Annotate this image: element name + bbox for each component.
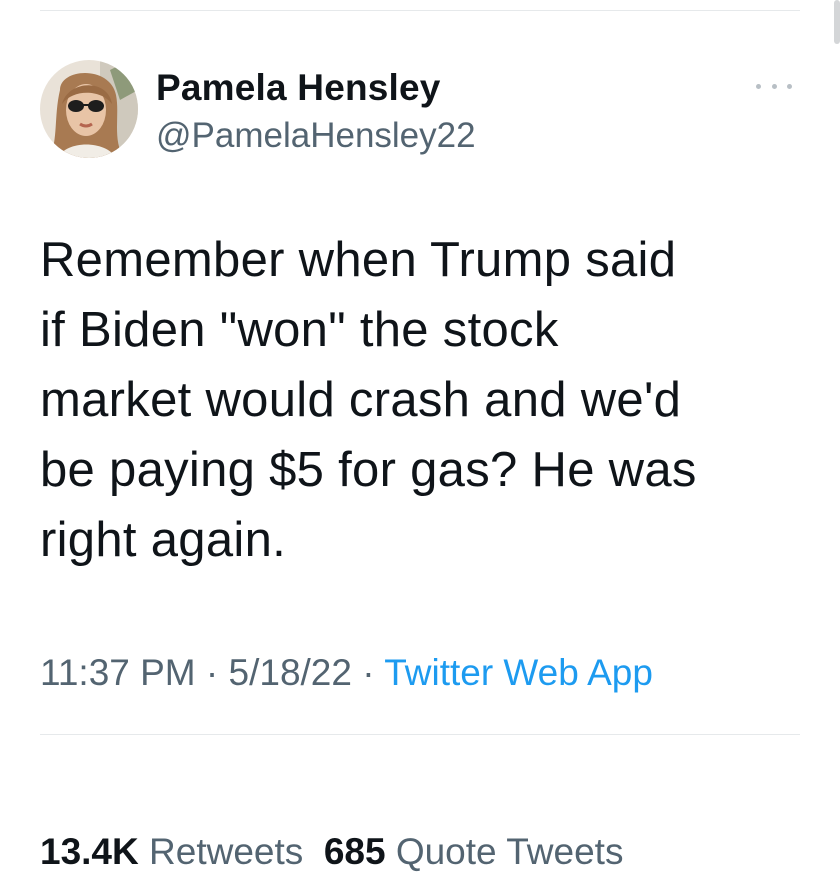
author-display-name[interactable]: Pamela Hensley xyxy=(156,66,476,110)
retweets-stat[interactable]: 13.4K Retweets xyxy=(40,831,303,872)
meta-separator: · xyxy=(195,652,229,693)
scroll-indicator[interactable] xyxy=(834,0,840,44)
tweet: Pamela Hensley @PamelaHensley22 Remember… xyxy=(40,60,800,872)
quote-tweets-label: Quote Tweets xyxy=(395,831,624,872)
author-names: Pamela Hensley @PamelaHensley22 xyxy=(156,66,476,158)
avatar[interactable] xyxy=(40,60,138,158)
tweet-source-link[interactable]: Twitter Web App xyxy=(384,652,653,693)
meta-divider xyxy=(40,734,800,735)
more-options-button[interactable] xyxy=(756,76,792,96)
top-divider xyxy=(40,10,800,11)
tweet-text: Remember when Trump said if Biden "won" … xyxy=(40,233,697,567)
meta-separator: · xyxy=(351,652,385,693)
more-horizontal-icon xyxy=(756,83,761,89)
retweets-label: Retweets xyxy=(149,831,304,872)
retweets-count: 13.4K xyxy=(40,831,139,872)
avatar-image xyxy=(40,60,138,158)
tweet-stats: 13.4K Retweets 685 Quote Tweets xyxy=(40,827,623,877)
quote-tweets-stat[interactable]: 685 Quote Tweets xyxy=(324,831,624,872)
tweet-meta: 11:37 PM · 5/18/22 · Twitter Web App xyxy=(40,648,653,698)
quote-tweets-count: 685 xyxy=(323,831,386,872)
more-horizontal-icon-dot xyxy=(771,83,777,89)
tweet-time[interactable]: 11:37 PM xyxy=(40,652,196,693)
author-handle[interactable]: @PamelaHensley22 xyxy=(156,114,476,158)
tweet-header: Pamela Hensley @PamelaHensley22 xyxy=(40,60,800,165)
tweet-date[interactable]: 5/18/22 xyxy=(229,652,352,693)
more-horizontal-icon-dot xyxy=(787,83,792,89)
